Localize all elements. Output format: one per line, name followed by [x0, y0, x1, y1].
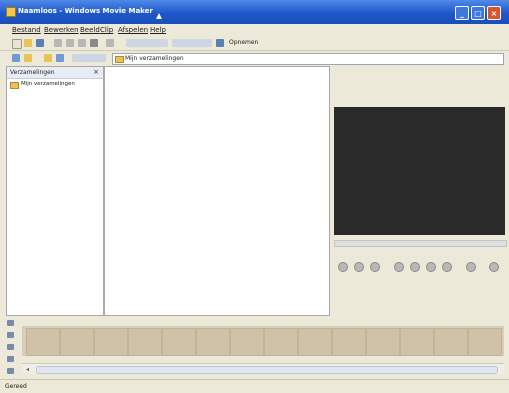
- storyboard-cell[interactable]: [366, 328, 400, 356]
- storyboard-cell[interactable]: [230, 328, 264, 356]
- storyboard-cell[interactable]: [264, 328, 298, 356]
- timeline-toggle-icon[interactable]: [7, 320, 14, 326]
- storyboard[interactable]: [22, 326, 504, 356]
- stop-button-icon[interactable]: [354, 262, 364, 272]
- back-button-icon[interactable]: [394, 262, 404, 272]
- movie-maker-window: Naamloos - Windows Movie Maker _ □ × Bes…: [0, 0, 509, 393]
- storyboard-cell[interactable]: [60, 328, 94, 356]
- storyboard-cell[interactable]: [332, 328, 366, 356]
- audio-levels-icon[interactable]: [7, 368, 14, 374]
- copy-icon[interactable]: [66, 39, 74, 47]
- status-text: Gereed: [5, 383, 27, 390]
- maximize-button[interactable]: □: [471, 6, 485, 20]
- views-icon[interactable]: [56, 54, 64, 62]
- split-clip-button-icon[interactable]: [466, 262, 476, 272]
- storyboard-cell[interactable]: [128, 328, 162, 356]
- status-bar: Gereed: [0, 379, 509, 393]
- preview-seek-bar[interactable]: [334, 240, 507, 247]
- collection-contents-pane[interactable]: [104, 66, 330, 316]
- close-button[interactable]: ×: [487, 6, 501, 20]
- storyboard-cell[interactable]: [400, 328, 434, 356]
- storyboard-cell[interactable]: [162, 328, 196, 356]
- folder-icon: [115, 56, 124, 63]
- menu-help[interactable]: Help: [150, 26, 166, 34]
- storyboard-cell[interactable]: [26, 328, 60, 356]
- menu-clip[interactable]: Clip: [100, 26, 113, 34]
- scroll-left-arrow-icon[interactable]: ◂: [26, 366, 29, 373]
- disabled-toolbar-button[interactable]: [72, 54, 106, 62]
- delete-icon[interactable]: [90, 39, 98, 47]
- title-bar[interactable]: Naamloos - Windows Movie Maker _ □ ×: [0, 0, 509, 24]
- storyboard-cell[interactable]: [434, 328, 468, 356]
- standard-toolbar: Opnemen: [0, 36, 509, 51]
- disabled-toolbar-button[interactable]: [172, 39, 212, 47]
- new-project-icon[interactable]: [12, 39, 22, 49]
- storyboard-cell[interactable]: [298, 328, 332, 356]
- storyboard-tools: [4, 318, 20, 378]
- forward-button-icon[interactable]: [426, 262, 436, 272]
- storyboard-cell[interactable]: [468, 328, 502, 356]
- location-value: Mijn verzamelingen: [125, 55, 184, 62]
- preview-screen: [334, 107, 505, 235]
- cut-icon[interactable]: [54, 39, 62, 47]
- menu-bestand[interactable]: Bestand: [12, 26, 41, 34]
- window-title: Naamloos - Windows Movie Maker: [18, 7, 153, 15]
- properties-icon[interactable]: [106, 39, 114, 47]
- storyboard-cell[interactable]: [94, 328, 128, 356]
- zoom-out-icon[interactable]: [7, 344, 14, 350]
- take-picture-button-icon[interactable]: [489, 262, 499, 272]
- storyboard-scrollbar[interactable]: ◂: [22, 363, 504, 374]
- close-pane-icon[interactable]: ×: [93, 68, 99, 76]
- play-button-icon[interactable]: [338, 262, 348, 272]
- collections-pane: Verzamelingen × Mijn verzamelingen: [6, 66, 104, 316]
- disabled-toolbar-button[interactable]: [126, 39, 168, 47]
- narrate-icon[interactable]: [7, 356, 14, 362]
- open-project-icon[interactable]: [24, 39, 32, 47]
- record-icon[interactable]: [216, 39, 224, 47]
- zoom-in-icon[interactable]: [7, 332, 14, 338]
- folder-icon: [10, 82, 19, 89]
- collections-pane-header: Verzamelingen ×: [7, 67, 103, 79]
- menu-beeld[interactable]: Beeld: [80, 26, 100, 34]
- menu-bewerken[interactable]: Bewerken: [44, 26, 79, 34]
- new-collection-icon[interactable]: [24, 54, 32, 62]
- storyboard-cell[interactable]: [196, 328, 230, 356]
- movie-maker-app-icon: [6, 7, 16, 17]
- collections-icon[interactable]: [44, 54, 52, 62]
- record-button-label[interactable]: Opnemen: [229, 39, 258, 46]
- next-frame-button-icon[interactable]: [442, 262, 452, 272]
- previous-frame-button-icon[interactable]: [370, 262, 380, 272]
- mouse-cursor-icon: [156, 13, 162, 19]
- scrollbar-thumb[interactable]: [36, 366, 498, 374]
- up-folder-icon[interactable]: [12, 54, 20, 62]
- paste-icon[interactable]: [78, 39, 86, 47]
- minimize-button[interactable]: _: [455, 6, 469, 20]
- location-box[interactable]: Mijn verzamelingen: [112, 53, 504, 65]
- collections-pane-title: Verzamelingen: [10, 69, 55, 76]
- rewind-button-icon[interactable]: [410, 262, 420, 272]
- menu-bar: Bestand Bewerken Beeld Clip Afspelen Hel…: [0, 24, 509, 36]
- menu-afspelen[interactable]: Afspelen: [118, 26, 148, 34]
- tree-item-label: Mijn verzamelingen: [21, 81, 75, 87]
- save-project-icon[interactable]: [36, 39, 44, 47]
